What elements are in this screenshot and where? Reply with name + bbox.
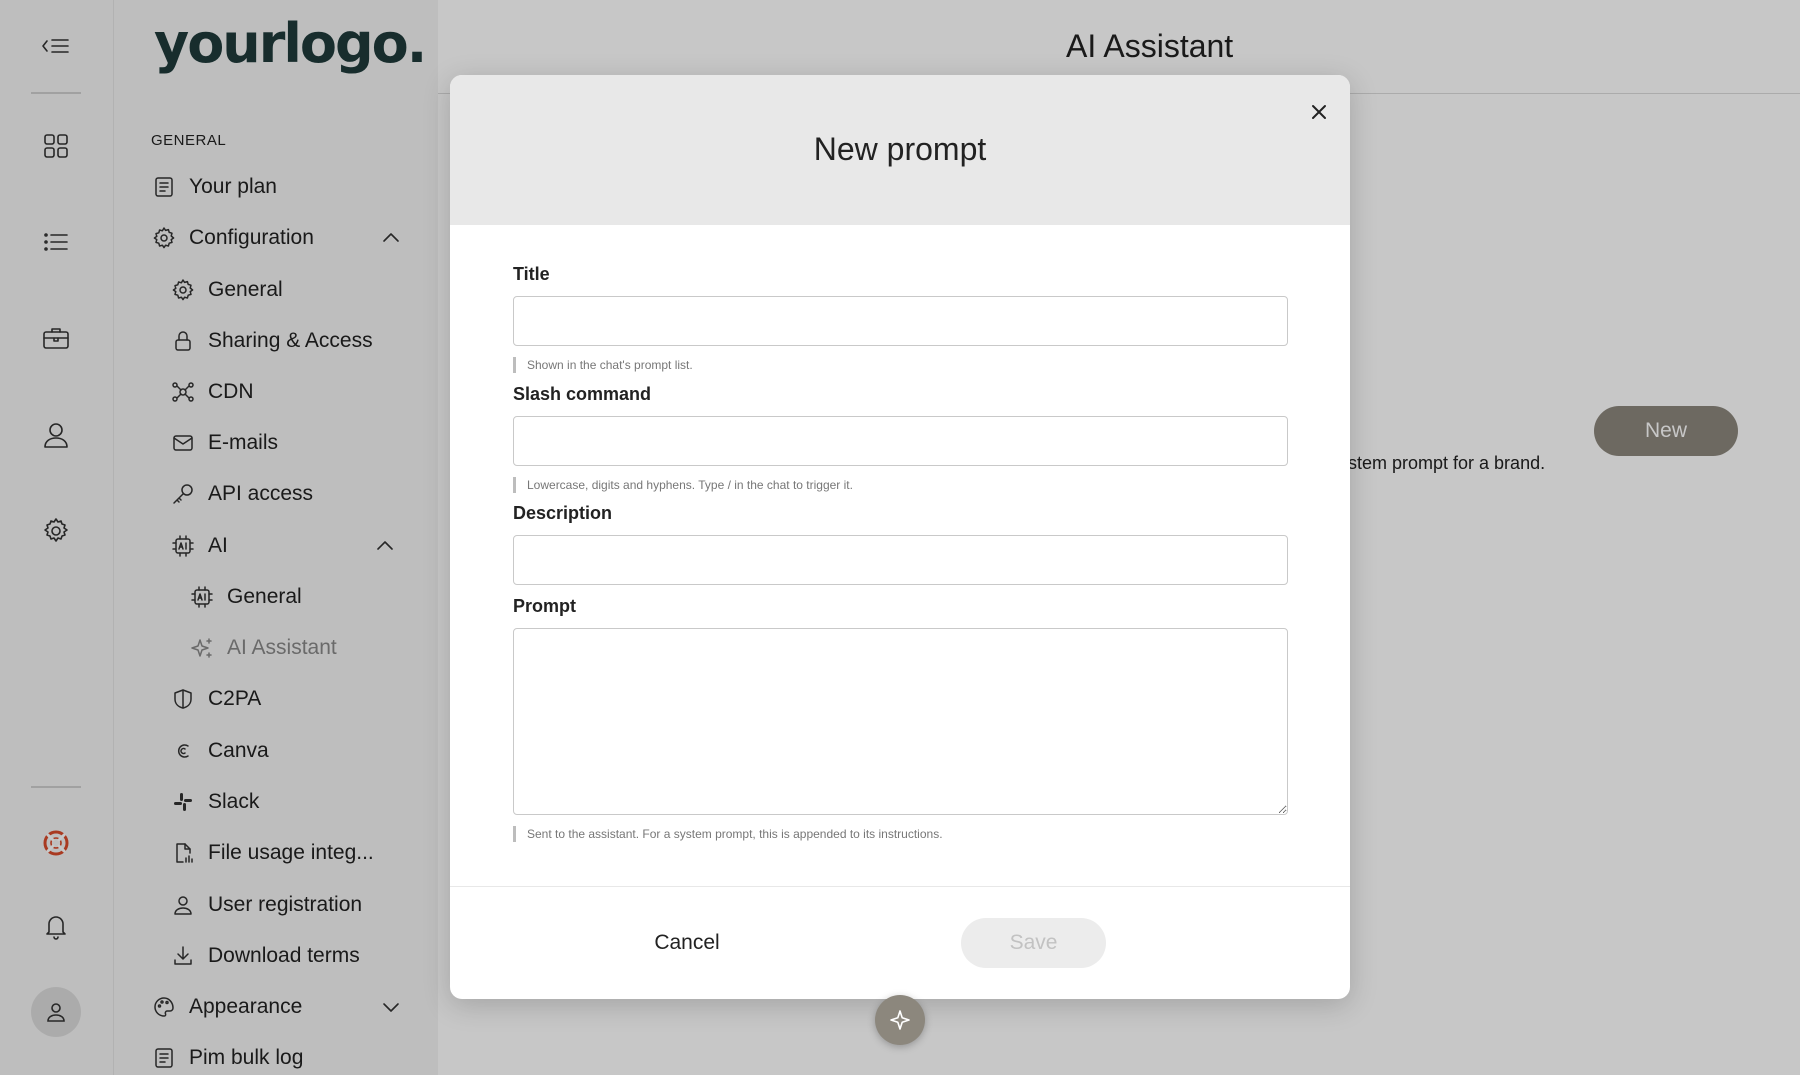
save-button[interactable]: Save (961, 918, 1106, 968)
dialog-footer: Cancel Save (450, 886, 1350, 999)
prompt-label: Prompt (513, 596, 576, 616)
close-button[interactable] (1304, 97, 1334, 127)
ai-assistant-fab[interactable] (875, 995, 925, 1045)
prompt-textarea[interactable] (513, 628, 1288, 815)
description-label: Description (513, 503, 613, 523)
cancel-button[interactable]: Cancel (622, 918, 752, 968)
title-label: Title (513, 264, 550, 284)
title-hint: Shown in the chat's prompt list. (513, 357, 693, 373)
slash-command-label: Slash command (513, 384, 652, 404)
title-input[interactable] (513, 296, 1288, 346)
slash-command-hint: Lowercase, digits and hyphens. Type / in… (513, 477, 853, 493)
new-prompt-dialog: New prompt Title Shown in the chat's pro… (450, 75, 1350, 999)
dialog-header: New prompt (450, 75, 1350, 225)
dialog-title: New prompt (813, 131, 987, 167)
prompt-hint: Sent to the assistant. For a system prom… (513, 826, 943, 842)
description-input[interactable] (513, 535, 1288, 585)
sparkle-icon (890, 1010, 910, 1030)
slash-command-input[interactable] (513, 416, 1288, 466)
close-icon (1312, 105, 1326, 119)
